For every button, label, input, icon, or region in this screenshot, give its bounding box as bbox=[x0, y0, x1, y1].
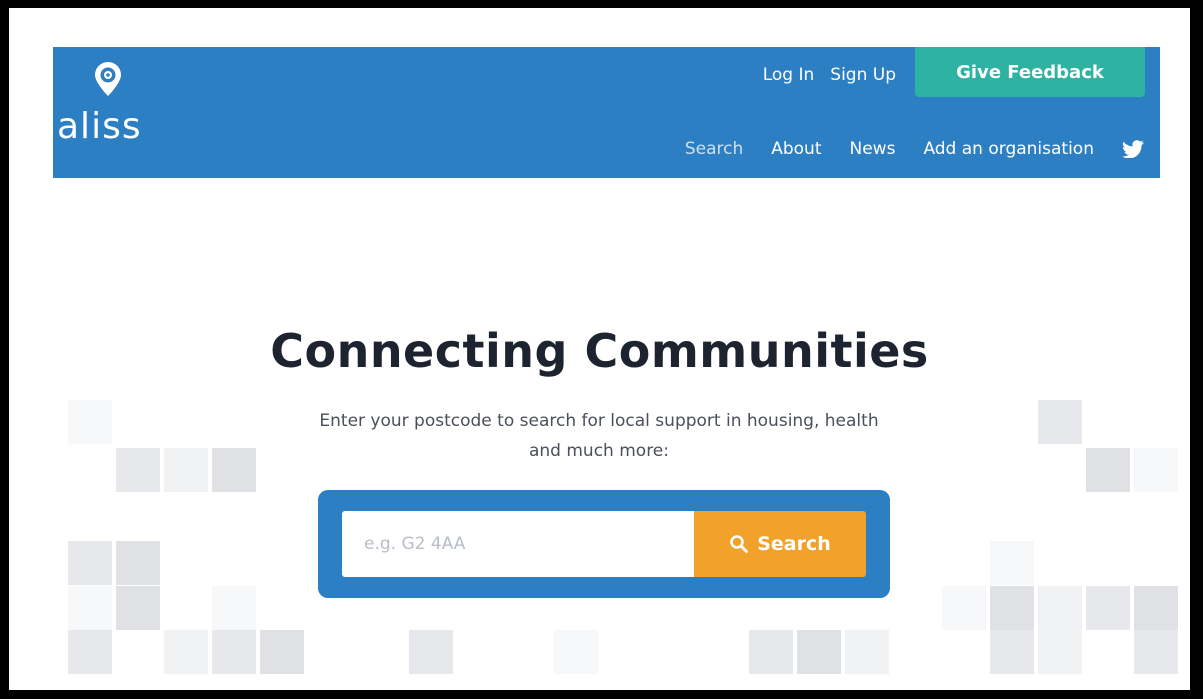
location-pin-icon bbox=[95, 62, 121, 96]
twitter-icon[interactable] bbox=[1122, 140, 1144, 158]
account-links: Log In Sign Up bbox=[763, 65, 896, 85]
hero-subtitle: Enter your postcode to search for local … bbox=[249, 406, 949, 466]
site-header: aliss Log In Sign Up Give Feedback Searc… bbox=[53, 47, 1160, 178]
hero-title: Connecting Communities bbox=[270, 324, 929, 378]
nav-item-add-organisation[interactable]: Add an organisation bbox=[923, 139, 1094, 159]
hero-subtitle-line-2: and much more: bbox=[528, 441, 669, 461]
give-feedback-button[interactable]: Give Feedback bbox=[915, 47, 1145, 97]
login-link[interactable]: Log In bbox=[763, 65, 815, 85]
signup-link[interactable]: Sign Up bbox=[830, 65, 896, 85]
hero-subtitle-line-1: Enter your postcode to search for local … bbox=[319, 411, 879, 431]
search-icon bbox=[730, 535, 749, 553]
postcode-search-form: Search bbox=[318, 490, 890, 598]
main-nav: Search About News Add an organisation bbox=[685, 139, 1144, 159]
nav-item-about[interactable]: About bbox=[771, 139, 821, 159]
browser-viewport: aliss Log In Sign Up Give Feedback Searc… bbox=[9, 8, 1190, 690]
postcode-input[interactable] bbox=[342, 511, 694, 577]
nav-item-search[interactable]: Search bbox=[685, 139, 743, 159]
search-button-label: Search bbox=[757, 533, 831, 555]
search-button[interactable]: Search bbox=[694, 511, 866, 577]
nav-item-news[interactable]: News bbox=[850, 139, 896, 159]
brand-wordmark: aliss bbox=[57, 106, 142, 147]
